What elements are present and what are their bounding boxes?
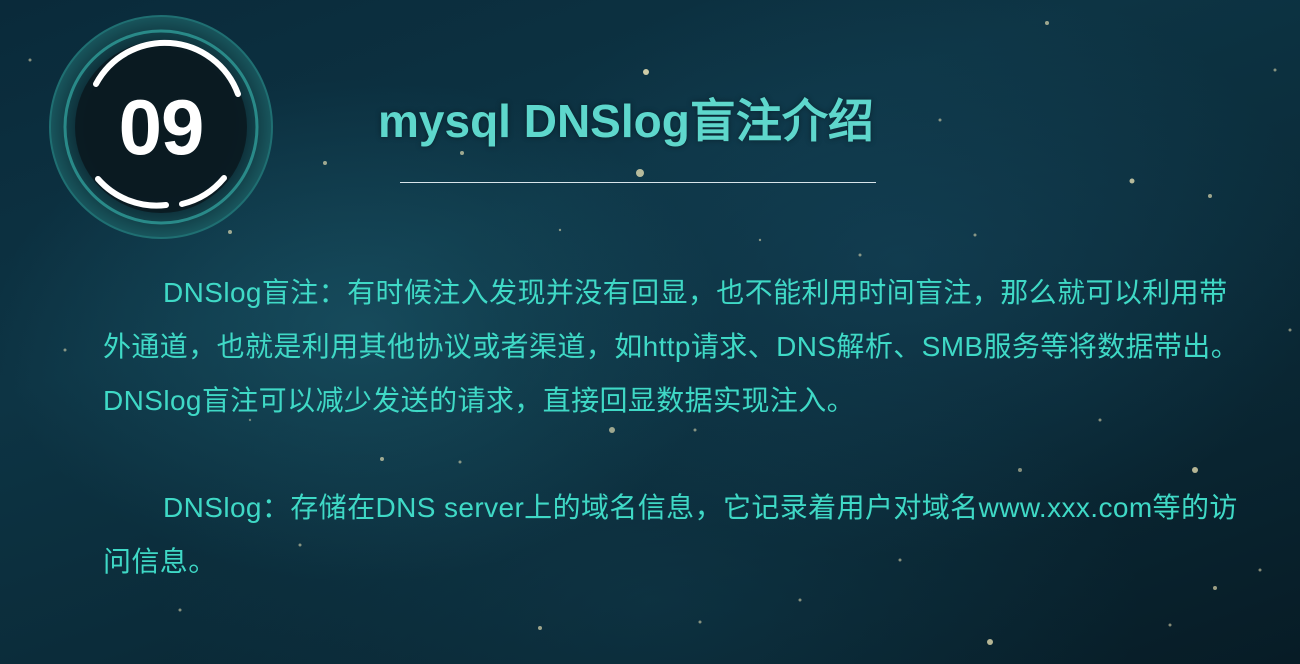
slide-title: mysql DNSlog盲注介绍 xyxy=(378,95,874,147)
title-divider xyxy=(400,182,876,183)
section-number-badge: 09 xyxy=(48,14,274,240)
paragraph-dnslog-blind-injection: DNSlog盲注：有时候注入发现并没有回显，也不能利用时间盲注，那么就可以利用带… xyxy=(103,277,1240,416)
paragraph-dnslog-definition: DNSlog：存储在DNS server上的域名信息，它记录着用户对域名www.… xyxy=(103,492,1238,577)
section-number: 09 xyxy=(118,83,205,171)
